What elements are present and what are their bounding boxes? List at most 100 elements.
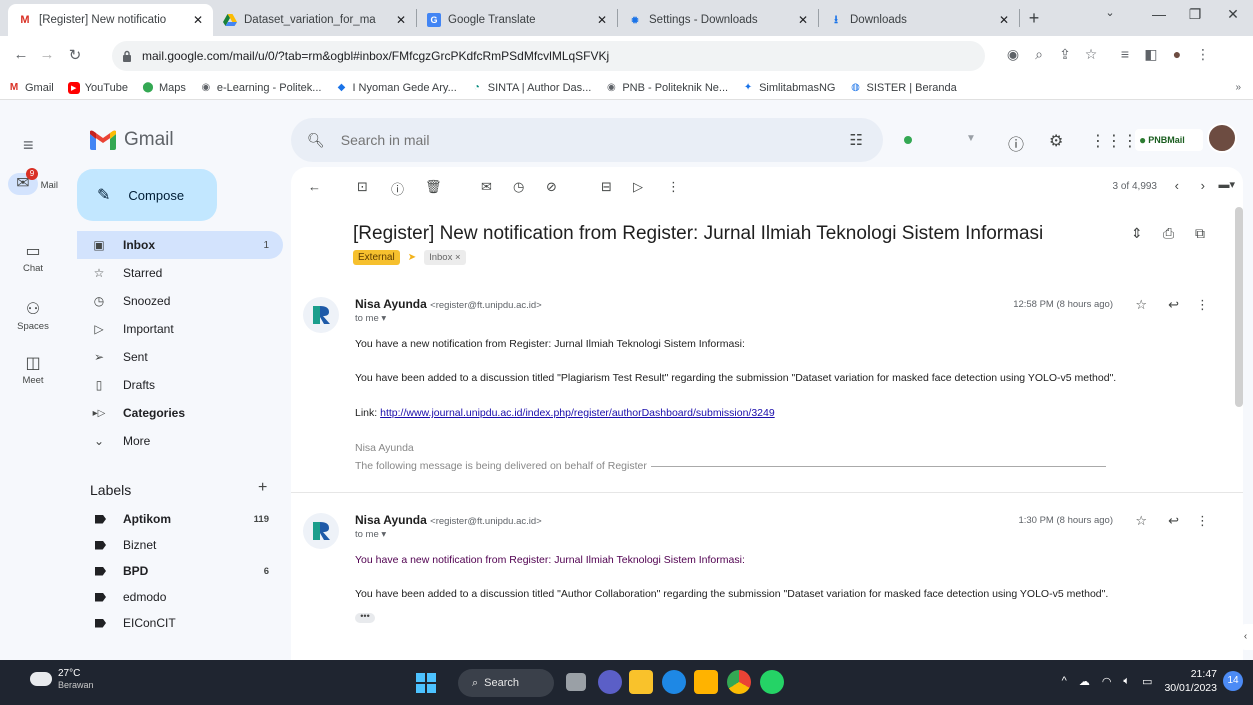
input-tools-icon[interactable]: ▬▾ — [1218, 178, 1235, 191]
expand-all-icon[interactable]: ⇕ — [1131, 225, 1143, 242]
importance-marker-icon[interactable]: ➤ — [408, 252, 416, 263]
rail-meet[interactable]: ◫ Meet — [0, 353, 66, 386]
chrome-menu-icon[interactable]: ⋮ — [1190, 46, 1216, 63]
close-tab-icon[interactable]: ✕ — [798, 13, 808, 27]
newer-icon[interactable]: ‹ — [1175, 178, 1179, 193]
show-hidden-icons-icon[interactable]: ^ — [1062, 675, 1067, 687]
chrome-taskbar-icon[interactable] — [727, 670, 751, 694]
bookmark-youtube[interactable]: ▶ YouTube — [67, 81, 128, 94]
close-tab-icon[interactable]: ✕ — [396, 13, 406, 27]
close-tab-icon[interactable]: ✕ — [193, 13, 203, 27]
label-item[interactable]: Biznet — [77, 532, 283, 558]
close-window-icon[interactable]: ✕ — [1218, 6, 1248, 23]
side-panel-icon[interactable]: ◧ — [1138, 46, 1164, 63]
gmail-logo[interactable]: Gmail — [90, 129, 174, 151]
taskbar-search[interactable]: ⌕ Search — [458, 669, 554, 697]
star-icon[interactable]: ☆ — [1135, 513, 1147, 529]
tab-settings-downloads[interactable]: ✹ Settings - Downloads ✕ — [618, 4, 818, 36]
label-item[interactable]: Aptikom 119 — [77, 506, 283, 532]
sticky-app-icon[interactable] — [694, 670, 718, 694]
nav-more[interactable]: ⌄ More — [77, 427, 283, 455]
label-item[interactable]: edmodo — [77, 584, 283, 610]
search-icon[interactable]: 🔍︎ — [307, 132, 325, 149]
forward-icon[interactable]: → — [34, 46, 60, 63]
nav-snoozed[interactable]: ◷ Snoozed — [77, 287, 283, 315]
file-explorer-icon[interactable] — [629, 670, 653, 694]
bookmark-maps[interactable]: ⬤ Maps — [142, 82, 186, 94]
tab-gmail[interactable]: M [Register] New notificatio ✕ — [8, 4, 213, 36]
account-avatar[interactable] — [1207, 123, 1237, 153]
weather-widget[interactable]: 27°C Berawan — [30, 668, 94, 690]
search-input[interactable] — [340, 132, 801, 148]
bookmark-pnb[interactable]: ◉ PNB - Politeknik Ne... — [605, 82, 728, 94]
camera-icon[interactable]: ◉ — [1000, 46, 1026, 63]
sender-avatar[interactable] — [303, 297, 339, 333]
label-item[interactable]: BPD 6 — [77, 558, 283, 584]
battery-icon[interactable]: ▭ — [1142, 675, 1152, 688]
rail-spaces[interactable]: ⚇ Spaces — [0, 299, 66, 332]
recipient-details[interactable]: to me ▾ — [355, 313, 386, 324]
bookmark-sister[interactable]: ◍ SISTER | Beranda — [849, 82, 957, 94]
zoom-icon[interactable]: ⌕ — [1026, 46, 1052, 63]
back-to-inbox-icon[interactable]: ← — [308, 179, 321, 194]
system-clock[interactable]: 21:47 30/01/2023 — [1164, 667, 1217, 695]
nav-drafts[interactable]: ▯ Drafts — [77, 371, 283, 399]
create-label-button[interactable]: + — [258, 479, 267, 497]
rail-mail[interactable]: ✉ 9 Mail — [0, 168, 66, 197]
mail-search-bar[interactable]: 🔍︎ ☷ — [291, 118, 883, 162]
reading-list-icon[interactable]: ≡ — [1112, 46, 1138, 63]
close-tab-icon[interactable]: ✕ — [999, 13, 1009, 27]
sender-info[interactable]: Nisa Ayunda <register@ft.unipdu.ac.id> — [355, 513, 542, 527]
more-options-icon[interactable]: ⋮ — [1196, 513, 1209, 529]
address-bar[interactable]: mail.google.com/mail/u/0/?tab=rm&ogbl#in… — [112, 41, 985, 71]
label-item[interactable]: EIConCIT — [77, 610, 283, 636]
share-icon[interactable]: ⇪ — [1052, 46, 1078, 63]
whatsapp-icon[interactable] — [760, 670, 784, 694]
inbox-label-chip[interactable]: Inbox × — [424, 250, 466, 265]
report-spam-icon[interactable]: ⓘ — [391, 179, 404, 198]
profile-avatar-icon[interactable]: ● — [1164, 46, 1190, 63]
recipient-details[interactable]: to me ▾ — [355, 529, 386, 540]
restore-window-icon[interactable]: ❐ — [1180, 6, 1210, 23]
more-options-icon[interactable]: ⋮ — [1196, 297, 1209, 313]
settings-gear-icon[interactable]: ⚙ — [1049, 131, 1063, 151]
edge-browser-icon[interactable] — [662, 670, 686, 694]
help-icon[interactable]: ⓘ — [1008, 131, 1024, 155]
sender-info[interactable]: Nisa Ayunda <register@ft.unipdu.ac.id> — [355, 297, 542, 311]
move-to-icon[interactable]: ⊟ — [601, 179, 612, 195]
close-tab-icon[interactable]: ✕ — [597, 13, 607, 27]
side-panel-toggle[interactable]: ‹ — [1238, 624, 1253, 650]
status-indicator[interactable] — [904, 136, 912, 144]
bookmark-elearning[interactable]: ◉ e-Learning - Politek... — [200, 82, 322, 94]
older-icon[interactable]: › — [1201, 178, 1205, 193]
bookmark-simlitabmas[interactable]: ✦ SimlitabmasNG — [742, 82, 836, 94]
scrollbar[interactable] — [1235, 207, 1243, 407]
label-as-icon[interactable]: ▷ — [633, 179, 643, 195]
star-icon[interactable]: ☆ — [1135, 297, 1147, 313]
rail-chat[interactable]: ▭ Chat — [0, 241, 66, 274]
nav-categories[interactable]: ▸▷ Categories — [77, 399, 283, 427]
nav-sent[interactable]: ➢ Sent — [77, 343, 283, 371]
wifi-icon[interactable]: ◠ — [1102, 675, 1112, 688]
archive-icon[interactable]: ⊡ — [357, 179, 368, 195]
bookmark-star-icon[interactable]: ☆ — [1078, 46, 1104, 63]
reload-icon[interactable]: ↻ — [62, 46, 88, 64]
nav-important[interactable]: ▷ Important — [77, 315, 283, 343]
onedrive-icon[interactable]: ☁ — [1079, 675, 1090, 688]
bookmark-nyoman[interactable]: ◆ I Nyoman Gede Ary... — [335, 82, 457, 94]
tab-drive-doc[interactable]: Dataset_variation_for_ma ✕ — [213, 4, 416, 36]
nav-inbox[interactable]: ▣ Inbox 1 — [77, 231, 283, 259]
tab-google-translate[interactable]: G Google Translate ✕ — [417, 4, 617, 36]
back-icon[interactable]: ← — [8, 46, 34, 63]
organization-logo[interactable]: ● PNBMail — [1135, 129, 1203, 151]
bookmark-sinta[interactable]: ◔ SINTA | Author Das... — [471, 82, 592, 94]
reply-icon[interactable]: ↩ — [1168, 513, 1179, 529]
status-dropdown-icon[interactable]: ▼ — [966, 133, 976, 144]
sender-avatar[interactable] — [303, 513, 339, 549]
compose-button[interactable]: ✎ Compose — [77, 169, 217, 221]
show-trimmed-content-button[interactable]: ••• — [355, 612, 375, 623]
search-options-icon[interactable]: ☷ — [850, 131, 863, 149]
minimize-window-icon[interactable]: — — [1144, 6, 1174, 22]
new-tab-button[interactable]: + — [1020, 4, 1048, 32]
more-actions-icon[interactable]: ⋮ — [667, 179, 680, 195]
